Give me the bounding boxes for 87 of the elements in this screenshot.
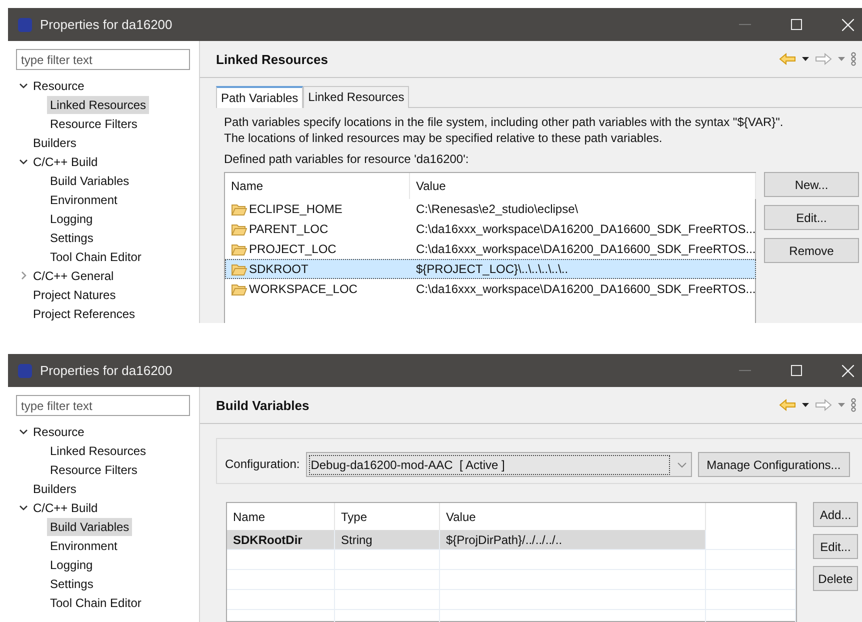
column-header[interactable]: Value <box>410 173 756 199</box>
table-cell: SDKRootDir <box>227 530 335 549</box>
table-row[interactable]: ECLIPSE_HOME C:\Renesas\e2_studio\eclipse\ <box>225 199 756 219</box>
tree-item[interactable]: Environment <box>47 536 120 554</box>
description-text: Path variables specify locations in the file system, including other path variables with the syntax "${VAR}". <box>224 114 784 130</box>
action-button[interactable]: New... <box>764 172 859 197</box>
table-cell: WORKSPACE_LOC <box>225 279 410 299</box>
app-logo-icon <box>18 18 32 32</box>
tree-item[interactable]: Resource <box>30 76 88 94</box>
folder-icon <box>231 262 247 276</box>
tab[interactable]: Path Variables <box>216 86 304 108</box>
table-row[interactable]: SDKRootDir String ${ProjDirPath}/../../../.. <box>227 530 796 550</box>
maximize-icon[interactable] <box>791 19 802 30</box>
tree-item[interactable]: Build Variables <box>47 518 132 536</box>
filter-field[interactable]: type filter text <box>16 395 190 416</box>
tree-item[interactable]: Tool Chain Editor <box>47 594 144 612</box>
configuration-dropdown[interactable]: Debug-da16200-mod-AAC [ Active ] <box>306 452 692 477</box>
window-title: Properties for da16200 <box>40 17 174 32</box>
tree-item[interactable]: Tool Chain Editor <box>47 248 144 266</box>
folder-icon <box>231 202 247 216</box>
page-heading: Build Variables <box>216 398 310 412</box>
tree-item[interactable]: Settings <box>47 228 96 246</box>
view-menu-icon[interactable] <box>851 398 856 412</box>
tree-item[interactable]: Logging <box>47 556 96 574</box>
tree-item[interactable]: C/C++ General <box>30 266 117 284</box>
filter-field[interactable]: type filter text <box>16 49 190 70</box>
page-heading: Linked Resources <box>216 52 329 66</box>
window-title: Properties for da16200 <box>40 363 174 378</box>
table-cell: PROJECT_LOC <box>225 239 410 259</box>
tree-item[interactable]: Builders <box>30 134 80 152</box>
forward-arrow-icon[interactable] <box>815 399 832 411</box>
table-row[interactable]: SDKROOT ${PROJECT_LOC}\..\..\..\..\.. <box>225 259 756 279</box>
chevron-icon[interactable] <box>18 157 28 166</box>
description-text: The locations of linked resources may be specified relative to these path variables. <box>224 130 664 146</box>
tree-item[interactable]: Resource Filters <box>47 114 140 132</box>
table-row[interactable]: WORKSPACE_LOC C:\da16xxx_workspace\DA16200_DA16600_SDK_FreeRTOS... <box>225 279 756 299</box>
chevron-icon[interactable] <box>18 503 28 512</box>
chevron-icon[interactable] <box>18 81 28 90</box>
app-logo-icon <box>18 364 32 378</box>
tree-item[interactable]: Linked Resources <box>47 96 150 114</box>
action-button[interactable]: Delete <box>813 566 858 591</box>
action-button[interactable]: Edit... <box>764 205 859 230</box>
folder-icon <box>231 242 247 256</box>
dropdown-caret-icon[interactable] <box>802 403 809 407</box>
tab[interactable]: Linked Resources <box>303 86 410 108</box>
close-icon[interactable] <box>842 364 854 376</box>
table-cell: String <box>335 530 440 549</box>
tree-item[interactable]: Linked Resources <box>47 442 150 460</box>
table-cell: PARENT_LOC <box>225 219 410 239</box>
table-cell: ECLIPSE_HOME <box>225 199 410 219</box>
forward-arrow-icon[interactable] <box>815 53 832 65</box>
tree-item[interactable]: Resource Filters <box>47 460 140 478</box>
tree-item[interactable]: Project Natures <box>30 286 119 304</box>
chevron-icon[interactable] <box>18 427 28 436</box>
tree-item[interactable]: Environment <box>47 190 120 208</box>
configuration-label: Configuration: <box>225 456 300 473</box>
tree-item[interactable]: Resource <box>30 422 88 440</box>
action-button[interactable]: Remove <box>764 238 859 263</box>
table-cell-text: C:\Renesas\e2_studio\eclipse\ <box>415 201 580 218</box>
tree-item[interactable]: Build Variables <box>47 172 132 190</box>
column-header[interactable]: Name <box>225 173 410 199</box>
close-icon[interactable] <box>842 18 854 30</box>
action-button[interactable]: Add... <box>813 502 858 527</box>
tree-item[interactable]: C/C++ Build <box>30 152 101 170</box>
action-button[interactable]: Edit... <box>813 534 858 559</box>
folder-icon <box>231 222 247 236</box>
tree-item[interactable]: Logging <box>47 210 96 228</box>
table-row[interactable]: PROJECT_LOC C:\da16xxx_workspace\DA16200_DA16600_SDK_FreeRTOS... <box>225 239 756 259</box>
back-arrow-icon[interactable] <box>779 53 796 65</box>
table-row[interactable]: PARENT_LOC C:\da16xxx_workspace\DA16200_DA16600_SDK_FreeRTOS... <box>225 219 756 239</box>
view-menu-icon[interactable] <box>851 52 856 66</box>
table-cell-text: C:\da16xxx_workspace\DA16200_DA16600_SDK_FreeRTOS... <box>415 241 756 258</box>
tree-item[interactable]: Project References <box>30 304 138 322</box>
folder-icon <box>231 282 247 296</box>
chevron-down-icon <box>676 462 687 468</box>
table-cell-text: C:\da16xxx_workspace\DA16200_DA16600_SDK_FreeRTOS... <box>415 221 756 238</box>
dropdown-caret-icon[interactable] <box>802 57 809 61</box>
tree-item[interactable]: C/C++ Build <box>30 498 101 516</box>
manage-configurations-button[interactable]: Manage Configurations... <box>698 452 850 477</box>
maximize-icon[interactable] <box>791 365 802 376</box>
back-arrow-icon[interactable] <box>779 399 796 411</box>
tree-item[interactable]: Builders <box>30 480 80 498</box>
table-cell-text: C:\da16xxx_workspace\DA16200_DA16600_SDK_FreeRTOS... <box>415 281 756 298</box>
table-cell: SDKROOT <box>225 259 410 279</box>
table-caption: Defined path variables for resource 'da16200': <box>224 151 470 167</box>
table-cell-text: ${PROJECT_LOC}\..\..\..\..\.. <box>415 261 570 278</box>
tree-item[interactable]: Settings <box>47 574 96 592</box>
